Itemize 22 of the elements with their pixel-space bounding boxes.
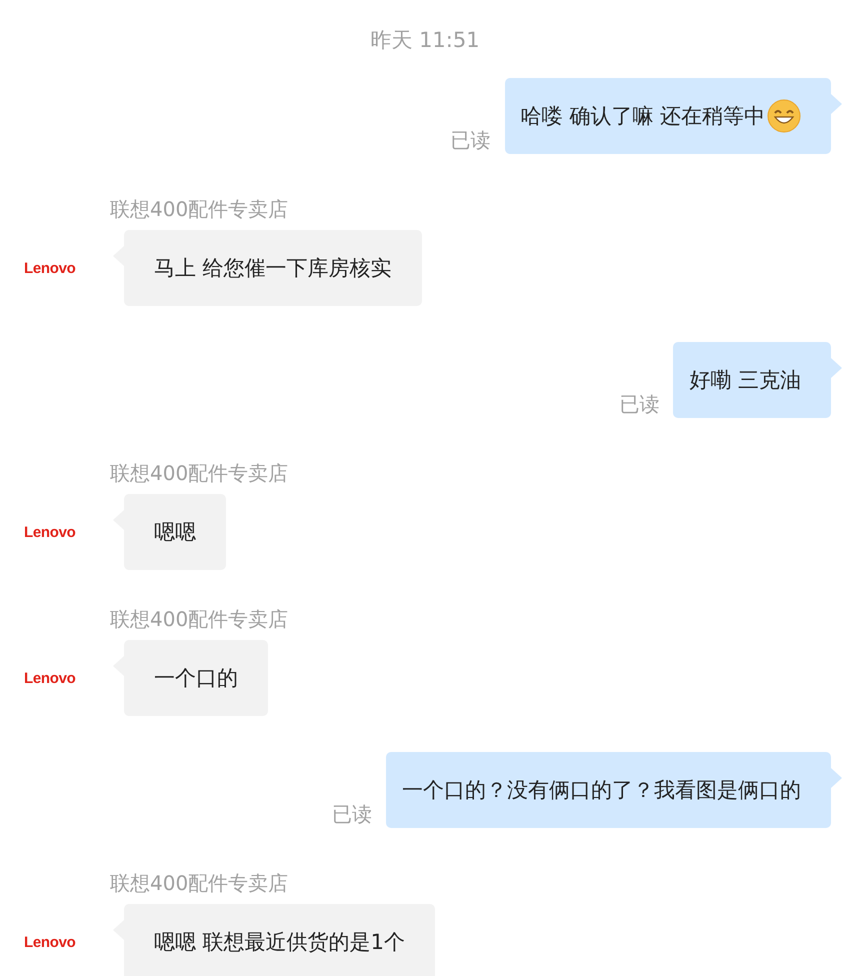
message-bubble: 一个口的？没有俩口的了？我看图是俩口的 [386, 752, 831, 828]
message-bubble: 一个口的 [124, 640, 268, 716]
message-bubble: 好嘞 三克油 [673, 342, 831, 418]
read-status: 已读 [450, 128, 491, 152]
message-bubble: 哈喽 确认了嘛 还在稍等中 [504, 78, 831, 154]
avatar-logo: Lenovo [24, 670, 77, 686]
avatar-logo: Lenovo [24, 524, 77, 540]
sender-name: 联想400配件专卖店 [110, 196, 288, 222]
timestamp: 昨天 11:51 [370, 27, 480, 54]
read-status: 已读 [332, 802, 372, 826]
message-bubble: 嗯嗯 联想最近供货的是1个 [124, 904, 436, 976]
sender-name: 联想400配件专卖店 [110, 460, 288, 486]
avatar-logo: Lenovo [24, 934, 77, 950]
bubble-tail [831, 768, 842, 788]
sender-name: 联想400配件专卖店 [110, 870, 288, 896]
bubble-tail [831, 358, 842, 378]
read-status: 已读 [619, 392, 660, 416]
bubble-tail [831, 94, 842, 114]
avatar-logo: Lenovo [24, 260, 77, 276]
sender-name: 联想400配件专卖店 [110, 606, 288, 632]
message-bubble: 嗯嗯 [124, 494, 226, 570]
message-bubble: 马上 给您催一下库房核实 [124, 230, 422, 306]
